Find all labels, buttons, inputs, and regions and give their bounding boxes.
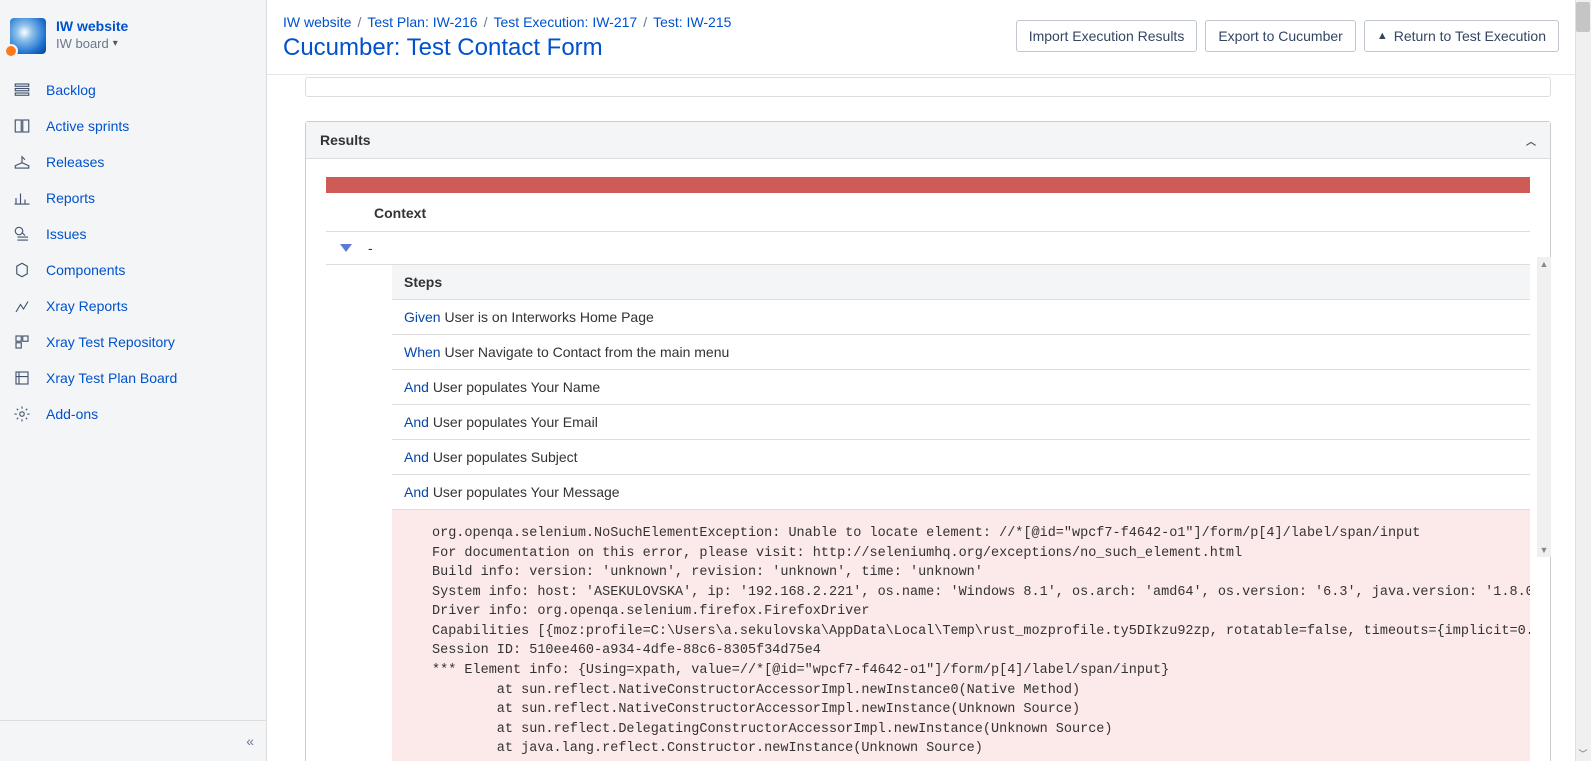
sidebar-item-label: Xray Reports xyxy=(46,298,128,314)
breadcrumb: IW website / Test Plan: IW-216 / Test Ex… xyxy=(283,14,731,30)
step-text: User populates Subject xyxy=(433,449,578,465)
sidebar-item-components[interactable]: Components xyxy=(0,252,266,288)
step-row: And User populates Your Email xyxy=(392,405,1530,440)
status-bar-failed xyxy=(326,177,1530,193)
context-value: - xyxy=(368,240,373,256)
breadcrumb-link[interactable]: Test: IW-215 xyxy=(653,14,731,30)
sidebar-item-addons[interactable]: Add-ons xyxy=(0,396,266,432)
sidebar: IW website IW board ▾ Backlog Active spr… xyxy=(0,0,267,761)
export-to-cucumber-button[interactable]: Export to Cucumber xyxy=(1205,20,1356,52)
results-title: Results xyxy=(320,132,371,148)
topbar-buttons: Import Execution Results Export to Cucum… xyxy=(1016,20,1559,52)
sidebar-item-backlog[interactable]: Backlog xyxy=(0,72,266,108)
breadcrumb-link[interactable]: IW website xyxy=(283,14,351,30)
breadcrumb-link[interactable]: Test Plan: IW-216 xyxy=(367,14,477,30)
sidebar-header: IW website IW board ▾ xyxy=(0,0,266,68)
step-keyword: And xyxy=(404,379,429,395)
project-avatar-icon xyxy=(10,18,46,54)
board-icon xyxy=(12,116,32,136)
step-row: And User populates Your Message xyxy=(392,475,1530,510)
previous-panel-collapsed xyxy=(305,77,1551,97)
expand-triangle-icon xyxy=(340,244,352,252)
project-name[interactable]: IW website xyxy=(56,18,128,34)
step-text: User populates Your Message xyxy=(433,484,620,500)
ship-icon xyxy=(12,152,32,172)
sidebar-item-xray-reports[interactable]: Xray Reports xyxy=(0,288,266,324)
gear-icon xyxy=(12,404,32,424)
inner-scrollbar[interactable]: ▲ ▼ xyxy=(1537,257,1551,557)
search-list-icon xyxy=(12,224,32,244)
breadcrumb-sep: / xyxy=(484,14,488,30)
results-panel-header[interactable]: Results ︿ xyxy=(306,122,1550,159)
board-selector[interactable]: IW board ▾ xyxy=(56,36,128,51)
sidebar-collapse[interactable]: « xyxy=(0,720,266,761)
sidebar-nav: Backlog Active sprints Releases Reports … xyxy=(0,68,266,436)
sidebar-item-label: Components xyxy=(46,262,125,278)
content-area: Results ︿ Context - Steps Given User is … xyxy=(267,77,1575,761)
button-label: Return to Test Execution xyxy=(1394,28,1546,44)
window-scrollbar[interactable]: ︿ ﹀ xyxy=(1575,0,1591,761)
button-label: Import Execution Results xyxy=(1029,28,1185,44)
triangle-up-icon: ▲ xyxy=(1377,30,1388,42)
plan-board-icon xyxy=(12,368,32,388)
sidebar-item-label: Xray Test Repository xyxy=(46,334,175,350)
component-icon xyxy=(12,260,32,280)
breadcrumb-sep: / xyxy=(357,14,361,30)
button-label: Export to Cucumber xyxy=(1218,28,1343,44)
step-keyword: And xyxy=(404,449,429,465)
step-keyword: Given xyxy=(404,309,441,325)
sidebar-item-issues[interactable]: Issues xyxy=(0,216,266,252)
sidebar-item-releases[interactable]: Releases xyxy=(0,144,266,180)
sidebar-item-label: Active sprints xyxy=(46,118,129,134)
context-header: Context xyxy=(326,193,1530,232)
stack-trace: org.openqa.selenium.NoSuchElementExcepti… xyxy=(392,510,1530,761)
step-keyword: And xyxy=(404,414,429,430)
page-title: Cucumber: Test Contact Form xyxy=(283,34,731,62)
scroll-down-icon[interactable]: ﹀ xyxy=(1575,745,1591,761)
step-row: And User populates Your Name xyxy=(392,370,1530,405)
steps-container: Steps Given User is on Interworks Home P… xyxy=(392,265,1530,761)
scrollbar-thumb[interactable] xyxy=(1576,2,1590,32)
main-area: IW website / Test Plan: IW-216 / Test Ex… xyxy=(267,0,1575,761)
step-row: And User populates Subject xyxy=(392,440,1530,475)
backlog-icon xyxy=(12,80,32,100)
step-text: User Navigate to Contact from the main m… xyxy=(444,344,729,360)
chart-icon xyxy=(12,188,32,208)
avatar-badge-icon xyxy=(4,44,18,58)
sidebar-item-label: Backlog xyxy=(46,82,96,98)
step-text: User is on Interworks Home Page xyxy=(444,309,653,325)
results-panel: Results ︿ Context - Steps Given User is … xyxy=(305,121,1551,761)
results-body: Context - Steps Given User is on Interwo… xyxy=(306,159,1550,761)
sidebar-item-label: Xray Test Plan Board xyxy=(46,370,177,386)
step-keyword: And xyxy=(404,484,429,500)
return-to-test-execution-button[interactable]: ▲ Return to Test Execution xyxy=(1364,20,1559,52)
collapse-icon: « xyxy=(246,733,254,749)
sidebar-item-label: Releases xyxy=(46,154,104,170)
sidebar-item-label: Issues xyxy=(46,226,86,242)
sidebar-item-xray-test-plan-board[interactable]: Xray Test Plan Board xyxy=(0,360,266,396)
breadcrumb-link[interactable]: Test Execution: IW-217 xyxy=(494,14,638,30)
step-row: When User Navigate to Contact from the m… xyxy=(392,335,1530,370)
step-text: User populates Your Email xyxy=(433,414,598,430)
repository-icon xyxy=(12,332,32,352)
sidebar-item-label: Add-ons xyxy=(46,406,98,422)
breadcrumb-sep: / xyxy=(643,14,647,30)
context-row[interactable]: - xyxy=(326,232,1530,265)
sidebar-item-active-sprints[interactable]: Active sprints xyxy=(0,108,266,144)
chevron-up-icon: ︿ xyxy=(1526,133,1536,148)
step-keyword: When xyxy=(404,344,441,360)
sidebar-item-label: Reports xyxy=(46,190,95,206)
steps-header: Steps xyxy=(392,265,1530,300)
topbar: IW website / Test Plan: IW-216 / Test Ex… xyxy=(267,0,1575,75)
chevron-down-icon: ▾ xyxy=(113,38,118,49)
sidebar-item-reports[interactable]: Reports xyxy=(0,180,266,216)
scroll-up-icon[interactable]: ▲ xyxy=(1537,257,1551,271)
sidebar-item-xray-test-repository[interactable]: Xray Test Repository xyxy=(0,324,266,360)
scroll-down-icon[interactable]: ▼ xyxy=(1537,543,1551,557)
board-name: IW board xyxy=(56,36,109,51)
step-text: User populates Your Name xyxy=(433,379,600,395)
import-execution-results-button[interactable]: Import Execution Results xyxy=(1016,20,1198,52)
step-row: Given User is on Interworks Home Page xyxy=(392,300,1530,335)
xray-reports-icon xyxy=(12,296,32,316)
